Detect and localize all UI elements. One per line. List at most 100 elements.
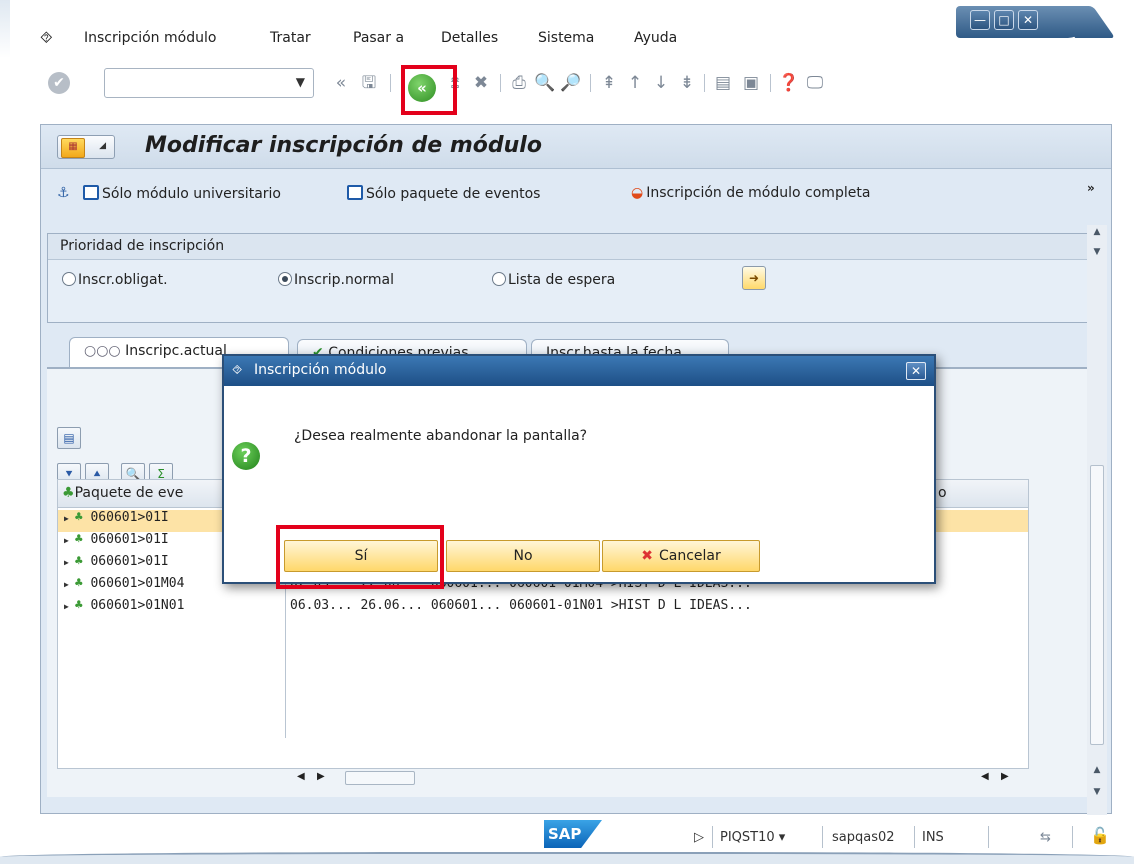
only-module-button[interactable]: Sólo módulo universitario (83, 185, 281, 202)
dialog-icon: ⯑ (232, 363, 243, 378)
radio-lista-espera[interactable]: Lista de espera (492, 272, 615, 288)
priority-group: Prioridad de inscripción Inscr.obligat. … (47, 233, 1093, 323)
more-icon[interactable]: » (1087, 181, 1095, 195)
no-button[interactable]: No (446, 540, 600, 572)
keyboard-icon[interactable]: ⇆ (1040, 830, 1051, 845)
next-page-icon[interactable]: ↓ (650, 72, 672, 94)
toolbar-separator (704, 74, 705, 92)
find-next-icon[interactable]: 🔎 (560, 72, 582, 94)
screen-menu-button[interactable]: ▦ ◢ (57, 135, 115, 159)
close-icon[interactable]: ✕ (906, 362, 926, 380)
insert-mode: INS (922, 830, 944, 845)
toolbar-separator (500, 74, 501, 92)
cancel-label: Cancelar (658, 548, 721, 564)
menu-item-sistema[interactable]: Sistema (538, 30, 594, 46)
radio-label: Inscrip.normal (294, 272, 395, 288)
dialog-title-bar: ⯑ Inscripción módulo ✕ (224, 356, 934, 386)
close-window-icon[interactable]: ✕ (1018, 10, 1038, 30)
grid-column-label: Paquete de eve (74, 485, 184, 501)
menu-item-inscripcion-modulo[interactable]: Inscripción módulo (84, 30, 216, 46)
enter-icon[interactable]: ✔ (48, 72, 70, 94)
scroll-up-icon[interactable]: ▲ (1090, 765, 1104, 777)
radio-button[interactable] (62, 272, 76, 286)
only-package-button[interactable]: Sólo paquete de eventos (347, 185, 540, 202)
maximize-icon[interactable]: □ (994, 10, 1014, 30)
menu-item-pasar-a[interactable]: Pasar a (353, 30, 404, 46)
priority-action-icon[interactable]: ➜ (742, 266, 766, 290)
menu-item-detalles[interactable]: Detalles (441, 30, 498, 46)
find-icon[interactable]: 🔍 (534, 72, 556, 94)
vertical-scrollbar[interactable]: ▲ ▼ ▲ ▼ (1087, 225, 1107, 815)
only-package-label: Sólo paquete de eventos (366, 186, 541, 202)
scroll-down-icon[interactable]: ▼ (1090, 247, 1104, 259)
dialog-question: ¿Desea realmente abandonar la pantalla? (294, 428, 588, 444)
status-separator (914, 826, 915, 848)
print-icon[interactable]: ⎙ (508, 72, 530, 94)
cancel-icon[interactable]: ✖ (470, 72, 492, 94)
radio-label: Inscr.obligat. (78, 272, 168, 288)
shortcut-icon[interactable]: ▣ (740, 72, 762, 94)
radio-button[interactable] (492, 272, 506, 286)
prev-page-icon[interactable]: ↑ (624, 72, 646, 94)
status-separator (1072, 826, 1073, 848)
scroll-thumb[interactable] (1090, 465, 1104, 745)
menu-icon[interactable]: ⯑ (40, 28, 53, 48)
page-title: Modificar inscripción de módulo (145, 133, 542, 158)
status-lights-icon: ○○○ (84, 343, 121, 359)
registration-icon: ◒ (631, 185, 644, 201)
server-name: sapqas02 (832, 830, 895, 845)
radio-button-selected[interactable] (278, 272, 292, 286)
new-session-icon[interactable]: ▤ (712, 72, 734, 94)
scroll-right-icon[interactable]: ▶ (1001, 771, 1009, 782)
transaction-code[interactable]: PIQST10 ▾ (720, 830, 785, 845)
priority-group-header: Prioridad de inscripción (48, 234, 1092, 260)
collapse-icon[interactable]: « (330, 72, 352, 94)
menu-item-tratar[interactable]: Tratar (270, 30, 311, 46)
toolbar-separator (590, 74, 591, 92)
scroll-down-icon[interactable]: ▼ (1090, 787, 1104, 799)
save-icon[interactable]: 🖫 (358, 72, 380, 94)
scroll-thumb[interactable] (345, 771, 415, 785)
command-input[interactable] (109, 73, 283, 95)
chevron-down-icon: ◢ (99, 141, 106, 151)
cancel-icon: ✖ (641, 548, 653, 564)
last-page-icon[interactable]: ⇟ (676, 72, 698, 94)
only-module-label: Sólo módulo universitario (102, 186, 281, 202)
grid-column-paquete[interactable]: ♣Paquete de eve (62, 485, 183, 501)
status-separator (822, 826, 823, 848)
complete-registration-label: Inscripción de módulo completa (646, 185, 871, 201)
menu-bar-edge (0, 0, 10, 58)
grid-column-last[interactable]: o (938, 485, 947, 501)
chevron-down-icon[interactable]: ▼ (296, 75, 305, 89)
scroll-left-icon[interactable]: ◀ (297, 771, 305, 782)
radio-inscrip-normal[interactable]: Inscrip.normal (278, 272, 394, 288)
details-icon[interactable]: ▤ (57, 427, 81, 449)
priority-group-title: Prioridad de inscripción (60, 238, 225, 254)
save-icon (347, 185, 363, 200)
display-change-icon[interactable]: ⚓ (57, 185, 70, 201)
people-icon: ♣ (62, 485, 75, 501)
status-expand-icon[interactable]: ▷ (694, 830, 704, 845)
scroll-up-icon[interactable]: ▲ (1090, 227, 1104, 239)
cancel-button[interactable]: ✖ Cancelar (602, 540, 760, 572)
scroll-left-icon[interactable]: ◀ (981, 771, 989, 782)
scroll-right-icon[interactable]: ▶ (317, 771, 325, 782)
first-page-icon[interactable]: ⇞ (598, 72, 620, 94)
customize-icon[interactable]: 🖵 (804, 72, 826, 94)
dialog-title: Inscripción módulo (254, 362, 387, 378)
save-icon (83, 185, 99, 200)
complete-registration-button[interactable]: ◒ Inscripción de módulo completa (631, 185, 870, 201)
window-controls: — □ ✕ (956, 6, 1116, 38)
highlight-back-button (401, 65, 457, 115)
minimize-icon[interactable]: — (970, 10, 990, 30)
highlight-yes-button (276, 525, 444, 589)
radio-inscr-obligat[interactable]: Inscr.obligat. (62, 272, 168, 288)
horizontal-scrollbar[interactable]: ◀ ▶ ◀ ▶ (291, 769, 1027, 789)
lock-icon[interactable]: 🔓 (1090, 826, 1110, 845)
status-separator (988, 826, 989, 848)
command-field[interactable]: ▼ (104, 68, 314, 98)
help-icon[interactable]: ❓ (778, 72, 800, 94)
menu-item-ayuda[interactable]: Ayuda (634, 30, 677, 46)
row-details: 06.03... 26.06... 060601... 060601-01N01… (290, 598, 752, 613)
application-toolbar: ⚓ Sólo módulo universitario Sólo paquete… (41, 169, 1111, 219)
